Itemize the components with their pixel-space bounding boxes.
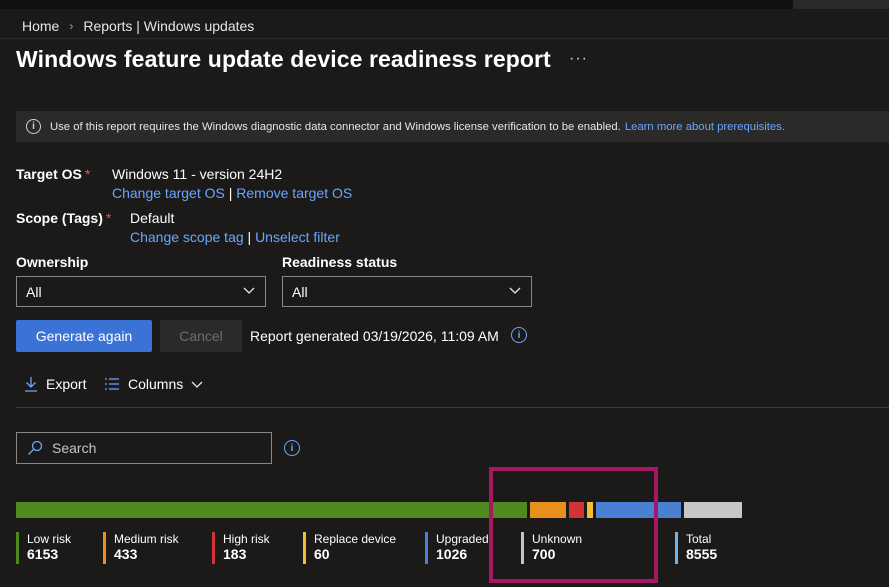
- target-os-value: Windows 11 - version 24H2: [112, 166, 283, 182]
- bar-segment-unknown: [684, 502, 742, 518]
- columns-icon: [105, 378, 119, 390]
- scope-tags-value: Default: [130, 210, 175, 226]
- legend-item-unknown[interactable]: Unknown 700: [521, 532, 582, 564]
- bar-segment-medium-risk: [530, 502, 566, 518]
- bar-segment-replace-device: [587, 502, 593, 518]
- cancel-button[interactable]: Cancel: [160, 320, 242, 352]
- readiness-status-label: Readiness status: [282, 254, 398, 270]
- breadcrumb-section[interactable]: Reports | Windows updates: [83, 18, 254, 34]
- ownership-dropdown[interactable]: All: [16, 276, 266, 307]
- legend-label: Upgraded: [436, 532, 489, 546]
- legend-count: 1026: [436, 546, 468, 562]
- readiness-summary-bar: [16, 502, 745, 518]
- target-os-label: Target OS *: [16, 166, 90, 182]
- prerequisites-link[interactable]: Learn more about prerequisites.: [625, 121, 785, 133]
- scope-tags-label: Scope (Tags) *: [16, 210, 111, 226]
- chevron-right-icon: ›: [69, 19, 74, 33]
- required-marker: *: [84, 166, 91, 182]
- link-separator: |: [224, 185, 237, 201]
- legend-label: Unknown: [532, 532, 583, 546]
- ownership-label: Ownership: [16, 254, 89, 270]
- bar-segment-upgraded: [596, 502, 681, 518]
- change-scope-tag-link[interactable]: Change scope tag: [130, 229, 244, 245]
- legend-label: Total: [686, 532, 712, 546]
- legend-count: 60: [314, 546, 330, 562]
- breadcrumb: Home › Reports | Windows updates: [22, 18, 254, 34]
- export-label: Export: [46, 376, 87, 392]
- columns-label: Columns: [128, 376, 184, 392]
- legend-count: 6153: [27, 546, 59, 562]
- download-icon: [25, 377, 37, 392]
- legend-item-replace-device[interactable]: Replace device 60: [303, 532, 396, 564]
- target-os-links: Change target OS | Remove target OS: [112, 185, 352, 201]
- required-marker: *: [105, 210, 112, 226]
- search-placeholder: Search: [52, 440, 97, 456]
- info-banner-text: Use of this report requires the Windows …: [50, 120, 621, 133]
- legend-count: 700: [532, 546, 556, 562]
- scope-tags-label-text: Scope (Tags): [16, 210, 103, 226]
- page-title: Windows feature update device readiness …: [16, 46, 551, 72]
- legend-item-low-risk[interactable]: Low risk 6153: [16, 532, 71, 564]
- bar-segment-low-risk: [16, 502, 527, 518]
- chevron-down-icon: [509, 287, 521, 294]
- legend-count: 8555: [686, 546, 718, 562]
- unselect-filter-link[interactable]: Unselect filter: [255, 229, 340, 245]
- search-icon: [28, 440, 43, 455]
- export-button[interactable]: Export: [24, 376, 86, 392]
- legend-label: High risk: [223, 532, 270, 546]
- report-generated-text: Report generated 03/19/2026, 11:09 AM: [250, 328, 499, 344]
- top-strip: [0, 0, 889, 9]
- toolbar-divider: [16, 407, 889, 408]
- bar-segment-high-risk: [569, 502, 584, 518]
- legend-label: Replace device: [314, 532, 397, 546]
- legend-item-medium-risk[interactable]: Medium risk 433: [103, 532, 179, 564]
- readiness-status-dropdown[interactable]: All: [282, 276, 532, 307]
- columns-button[interactable]: Columns: [104, 376, 203, 392]
- unknown-highlight-box: [489, 467, 658, 583]
- top-strip-accent: [793, 0, 889, 9]
- breadcrumb-home[interactable]: Home: [22, 18, 59, 34]
- generate-again-button[interactable]: Generate again: [16, 320, 152, 352]
- target-os-label-text: Target OS: [16, 166, 82, 182]
- info-icon[interactable]: i: [511, 327, 527, 343]
- ownership-selected-value: All: [26, 283, 42, 300]
- info-icon[interactable]: i: [284, 440, 300, 456]
- scope-tags-links: Change scope tag | Unselect filter: [130, 229, 340, 245]
- legend-count: 433: [114, 546, 138, 562]
- info-icon: i: [26, 119, 41, 134]
- legend-label: Low risk: [27, 532, 72, 546]
- header-divider: [0, 38, 889, 39]
- more-options-icon[interactable]: ···: [569, 50, 588, 68]
- legend-item-upgraded[interactable]: Upgraded 1026: [425, 532, 489, 564]
- legend-label: Medium risk: [114, 532, 179, 546]
- chevron-down-icon: [243, 287, 255, 294]
- change-target-os-link[interactable]: Change target OS: [112, 185, 225, 201]
- legend-item-total[interactable]: Total 8555: [675, 532, 717, 564]
- chevron-down-icon: [191, 381, 203, 388]
- remove-target-os-link[interactable]: Remove target OS: [236, 185, 352, 201]
- readiness-selected-value: All: [292, 283, 308, 300]
- link-separator: |: [243, 229, 256, 245]
- legend-count: 183: [223, 546, 247, 562]
- search-input[interactable]: Search: [16, 432, 272, 464]
- info-banner: i Use of this report requires the Window…: [16, 111, 889, 142]
- legend-item-high-risk[interactable]: High risk 183: [212, 532, 270, 564]
